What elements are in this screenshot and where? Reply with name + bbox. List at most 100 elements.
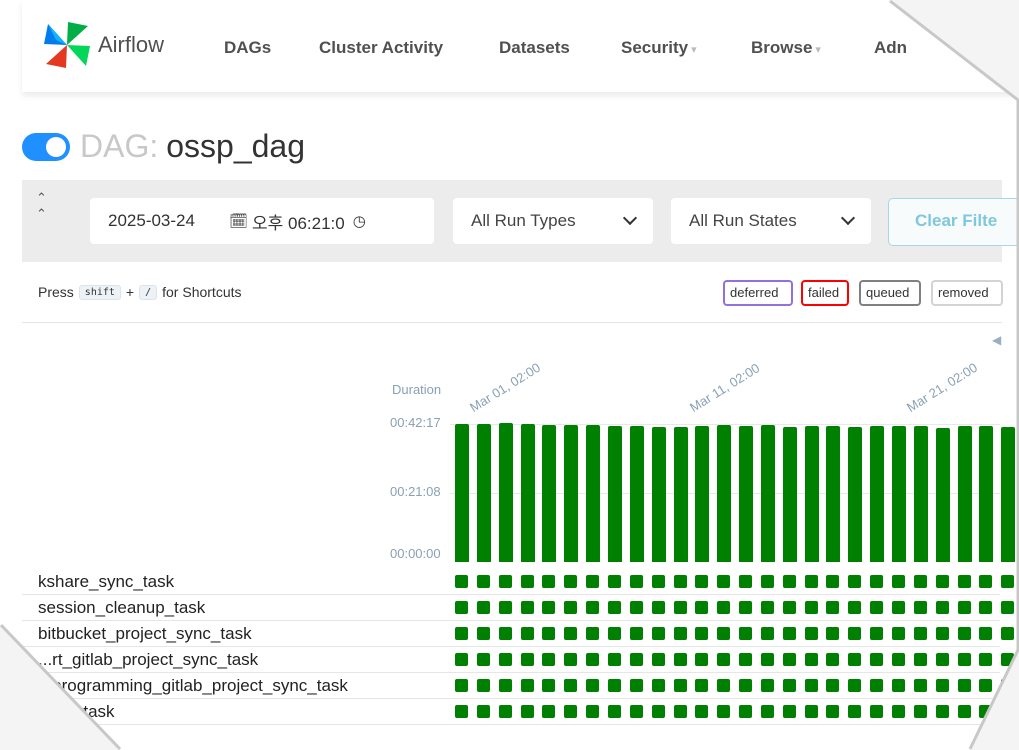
task-instance-cell[interactable]	[564, 653, 578, 666]
task-instance-cell[interactable]	[913, 575, 927, 588]
task-instance-cell[interactable]	[760, 705, 774, 718]
task-instance-cell[interactable]	[782, 627, 796, 640]
task-instance-cell[interactable]	[957, 575, 971, 588]
run-duration-bar[interactable]	[826, 425, 841, 562]
task-instance-cell[interactable]	[455, 653, 468, 666]
nav-item-datasets[interactable]: Datasets	[499, 38, 570, 58]
legend-deferred[interactable]: deferred	[723, 280, 793, 306]
nav-item-dags[interactable]: DAGs	[224, 38, 271, 58]
task-instance-cell[interactable]	[782, 705, 796, 718]
task-instance-cell[interactable]	[651, 575, 665, 588]
nav-item-cluster-activity[interactable]: Cluster Activity	[319, 38, 443, 58]
task-instance-cell[interactable]	[957, 653, 971, 666]
task-instance-cell[interactable]	[564, 679, 578, 692]
run-duration-bar[interactable]	[717, 425, 732, 562]
scroll-indicator-icon[interactable]: ◀	[992, 333, 1001, 347]
task-instance-cell[interactable]	[607, 575, 621, 588]
task-instance-cell[interactable]	[455, 679, 468, 692]
task-instance-cell[interactable]	[804, 601, 818, 614]
airflow-brand[interactable]: Airflow	[42, 20, 164, 70]
task-instance-cell[interactable]	[892, 705, 905, 718]
task-instance-cell[interactable]	[913, 601, 927, 614]
task-instance-cell[interactable]	[520, 627, 534, 640]
run-duration-bar[interactable]	[892, 426, 906, 562]
task-instance-cell[interactable]	[520, 679, 534, 692]
task-name[interactable]: session_cleanup_task	[38, 598, 205, 618]
task-instance-cell[interactable]	[564, 627, 578, 640]
task-instance-cell[interactable]	[476, 627, 490, 640]
task-instance-cell[interactable]	[542, 627, 556, 640]
task-instance-cell[interactable]	[804, 575, 818, 588]
task-instance-cell[interactable]	[695, 705, 709, 718]
task-instance-cell[interactable]	[607, 627, 621, 640]
run-duration-bar[interactable]	[476, 424, 491, 562]
task-instance-cell[interactable]	[782, 679, 796, 692]
task-instance-cell[interactable]	[826, 575, 840, 588]
task-name[interactable]: bitbucket_project_sync_task	[38, 624, 252, 644]
task-instance-cell[interactable]	[804, 627, 818, 640]
task-instance-cell[interactable]	[586, 575, 600, 588]
task-instance-cell[interactable]	[782, 653, 796, 666]
task-instance-cell[interactable]	[673, 575, 687, 588]
run-duration-bar[interactable]	[586, 424, 601, 562]
task-instance-cell[interactable]	[542, 601, 556, 614]
task-instance-cell[interactable]	[892, 601, 905, 614]
task-instance-cell[interactable]	[717, 575, 731, 588]
run-duration-bar[interactable]	[957, 425, 972, 562]
task-instance-cell[interactable]	[629, 653, 643, 666]
task-instance-cell[interactable]	[651, 679, 665, 692]
run-duration-bar[interactable]	[804, 426, 819, 562]
task-instance-cell[interactable]	[651, 601, 665, 614]
task-instance-cell[interactable]	[1001, 705, 1015, 718]
task-instance-cell[interactable]	[979, 601, 993, 614]
task-instance-cell[interactable]	[695, 627, 709, 640]
task-instance-cell[interactable]	[826, 653, 840, 666]
task-instance-cell[interactable]	[739, 627, 753, 640]
task-instance-cell[interactable]	[739, 575, 753, 588]
task-instance-cell[interactable]	[476, 705, 490, 718]
run-duration-bar[interactable]	[870, 425, 885, 562]
task-instance-cell[interactable]	[935, 601, 949, 614]
task-instance-cell[interactable]	[542, 705, 556, 718]
task-instance-cell[interactable]	[476, 575, 490, 588]
task-instance-cell[interactable]	[520, 601, 534, 614]
run-duration-bar[interactable]	[651, 426, 666, 562]
task-instance-cell[interactable]	[979, 653, 993, 666]
task-instance-cell[interactable]	[870, 679, 884, 692]
task-instance-cell[interactable]	[520, 653, 534, 666]
run-duration-bar[interactable]	[564, 424, 579, 562]
task-instance-cell[interactable]	[739, 601, 753, 614]
task-instance-cell[interactable]	[935, 679, 949, 692]
task-instance-cell[interactable]	[826, 627, 840, 640]
task-instance-cell[interactable]	[629, 679, 643, 692]
task-instance-cell[interactable]	[586, 705, 600, 718]
task-instance-cell[interactable]	[586, 679, 600, 692]
task-instance-cell[interactable]	[782, 601, 796, 614]
nav-item-adn[interactable]: Adn	[874, 38, 907, 58]
task-instance-cell[interactable]	[542, 653, 556, 666]
task-instance-cell[interactable]	[1001, 653, 1015, 666]
task-instance-cell[interactable]	[892, 679, 905, 692]
task-instance-cell[interactable]	[957, 705, 971, 718]
task-instance-cell[interactable]	[673, 627, 687, 640]
task-instance-cell[interactable]	[1001, 575, 1015, 588]
run-duration-bar[interactable]	[739, 425, 754, 562]
task-instance-cell[interactable]	[651, 653, 665, 666]
task-instance-cell[interactable]	[717, 679, 731, 692]
task-instance-cell[interactable]	[935, 575, 949, 588]
task-instance-cell[interactable]	[673, 653, 687, 666]
task-instance-cell[interactable]	[782, 575, 796, 588]
task-instance-cell[interactable]	[629, 575, 643, 588]
task-name[interactable]: ... all_task	[38, 702, 115, 722]
task-instance-cell[interactable]	[498, 575, 512, 588]
task-instance-cell[interactable]	[870, 575, 884, 588]
calendar-icon[interactable]: 🗓	[229, 212, 248, 230]
run-duration-bar[interactable]	[673, 427, 688, 562]
task-instance-cell[interactable]	[498, 679, 512, 692]
task-instance-cell[interactable]	[607, 601, 621, 614]
task-instance-cell[interactable]	[848, 653, 862, 666]
task-instance-cell[interactable]	[455, 601, 468, 614]
task-instance-cell[interactable]	[892, 653, 905, 666]
task-name[interactable]: ...programming_gitlab_project_sync_task	[38, 676, 348, 696]
task-instance-cell[interactable]	[695, 679, 709, 692]
